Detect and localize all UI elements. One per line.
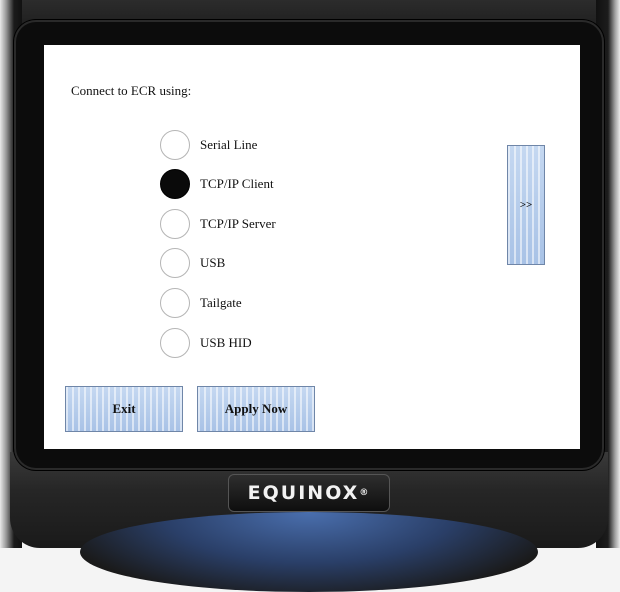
registered-mark: ® <box>359 488 371 498</box>
radio-serial-line[interactable] <box>160 130 190 160</box>
radio-usb[interactable] <box>160 248 190 278</box>
connection-prompt: Connect to ECR using: <box>71 83 192 98</box>
next-page-button[interactable]: >> <box>507 145 545 265</box>
option-usb[interactable]: USB <box>160 246 360 280</box>
radio-tailgate[interactable] <box>160 288 190 318</box>
radio-tcpip-client[interactable] <box>160 169 190 199</box>
brand-logo: EQUINOX ® <box>228 474 390 512</box>
option-label: Serial Line <box>200 137 258 152</box>
option-label: TCP/IP Server <box>200 216 276 231</box>
radio-tcpip-server[interactable] <box>160 209 190 239</box>
brand-logo-text: EQUINOX <box>247 482 360 504</box>
terminal-screen: Connect to ECR using: Serial Line TCP/IP… <box>44 45 580 449</box>
exit-button[interactable]: Exit <box>65 386 183 432</box>
option-tcpip-server[interactable]: TCP/IP Server <box>160 207 360 241</box>
option-serial-line[interactable]: Serial Line <box>160 128 360 162</box>
option-tailgate[interactable]: Tailgate <box>160 286 360 320</box>
option-tcpip-client[interactable]: TCP/IP Client <box>160 167 360 201</box>
option-label: TCP/IP Client <box>200 176 274 191</box>
option-label: USB <box>200 255 226 270</box>
option-usb-hid[interactable]: USB HID <box>160 326 360 360</box>
option-label: USB HID <box>200 335 252 350</box>
radio-usb-hid[interactable] <box>160 328 190 358</box>
option-label: Tailgate <box>200 295 242 310</box>
apply-now-button[interactable]: Apply Now <box>197 386 315 432</box>
